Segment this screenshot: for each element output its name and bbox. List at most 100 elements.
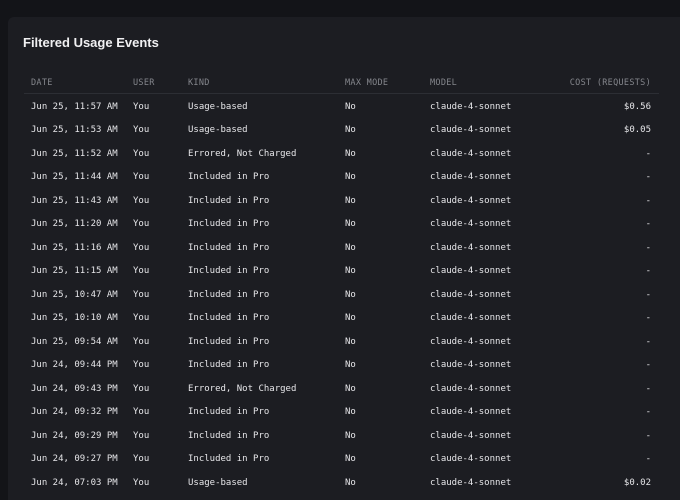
- cell-date: Jun 25, 11:20 AM: [31, 219, 118, 230]
- table-row[interactable]: Jun 25, 10:47 AM You Included in Pro No clau…: [24, 283, 659, 307]
- cell-kind: Included in Pro: [188, 454, 270, 465]
- cell-model: claude-4-sonnet: [430, 336, 512, 347]
- cell-kind: Included in Pro: [188, 407, 270, 418]
- cell-max-mode: No: [345, 172, 356, 183]
- cell-model: claude-4-sonnet: [430, 172, 512, 183]
- table-row[interactable]: Jun 24, 09:29 PM You Included in Pro No clau…: [24, 424, 659, 448]
- table-row[interactable]: Jun 25, 09:54 AM You Included in Pro No clau…: [24, 330, 659, 354]
- cell-model: claude-4-sonnet: [430, 477, 512, 488]
- cell-cost: -: [645, 383, 651, 394]
- table-row[interactable]: Jun 25, 11:16 AM You Included in Pro No clau…: [24, 236, 659, 260]
- cell-kind: Errored, Not Charged: [188, 148, 297, 159]
- cell-kind: Usage-based: [188, 477, 248, 488]
- header-kind[interactable]: KIND: [188, 78, 345, 88]
- cell-date: Jun 24, 09:44 PM: [31, 360, 118, 371]
- cell-model: claude-4-sonnet: [430, 125, 512, 136]
- cell-user: You: [133, 454, 150, 465]
- cell-user: You: [133, 289, 150, 300]
- table-row[interactable]: Jun 24, 09:32 PM You Included in Pro No clau…: [24, 401, 659, 425]
- table-row[interactable]: Jun 25, 11:15 AM You Included in Pro No clau…: [24, 260, 659, 284]
- table-row[interactable]: Jun 25, 11:57 AM You Usage-based No claude-4…: [24, 95, 659, 119]
- cell-max-mode: No: [345, 360, 356, 371]
- cell-date: Jun 25, 11:53 AM: [31, 125, 118, 136]
- table-row[interactable]: Jun 24, 09:43 PM You Errored, Not Charged N…: [24, 377, 659, 401]
- table-row[interactable]: Jun 25, 11:20 AM You Included in Pro No clau…: [24, 213, 659, 237]
- cell-date: Jun 25, 11:16 AM: [31, 242, 118, 253]
- table-row[interactable]: Jun 25, 11:52 AM You Errored, Not Charged N…: [24, 142, 659, 166]
- cell-user: You: [133, 430, 150, 441]
- cell-user: You: [133, 313, 150, 324]
- table-row[interactable]: Jun 24, 07:03 PM You Usage-based No claude-4…: [24, 471, 659, 495]
- cell-kind: Included in Pro: [188, 336, 270, 347]
- cell-model: claude-4-sonnet: [430, 195, 512, 206]
- cell-cost: -: [645, 313, 651, 324]
- cell-model: claude-4-sonnet: [430, 313, 512, 324]
- cell-model: claude-4-sonnet: [430, 407, 512, 418]
- cell-cost: -: [645, 172, 651, 183]
- cell-model: claude-4-sonnet: [430, 148, 512, 159]
- cell-cost: -: [645, 266, 651, 277]
- cell-user: You: [133, 336, 150, 347]
- cell-max-mode: No: [345, 336, 356, 347]
- cell-kind: Included in Pro: [188, 195, 270, 206]
- cell-cost: $0.02: [623, 477, 651, 488]
- header-model[interactable]: MODEL: [430, 78, 550, 88]
- cell-cost: -: [645, 407, 651, 418]
- cell-max-mode: No: [345, 195, 356, 206]
- cell-user: You: [133, 195, 150, 206]
- header-date[interactable]: DATE: [24, 78, 133, 88]
- cell-max-mode: No: [345, 125, 356, 136]
- cell-cost: -: [645, 360, 651, 371]
- cell-max-mode: No: [345, 383, 356, 394]
- table-row[interactable]: Jun 25, 11:44 AM You Included in Pro No clau…: [24, 166, 659, 190]
- cell-date: Jun 24, 09:32 PM: [31, 407, 118, 418]
- header-cost[interactable]: COST (REQUESTS): [550, 78, 659, 88]
- cell-date: Jun 25, 11:57 AM: [31, 101, 118, 112]
- cell-model: claude-4-sonnet: [430, 242, 512, 253]
- header-user[interactable]: USER: [133, 78, 188, 88]
- cell-kind: Included in Pro: [188, 242, 270, 253]
- cell-user: You: [133, 101, 150, 112]
- cell-kind: Usage-based: [188, 101, 248, 112]
- cell-cost: -: [645, 336, 651, 347]
- cell-model: claude-4-sonnet: [430, 266, 512, 277]
- cell-max-mode: No: [345, 219, 356, 230]
- cell-model: claude-4-sonnet: [430, 219, 512, 230]
- cell-user: You: [133, 172, 150, 183]
- cell-cost: $0.56: [623, 101, 651, 112]
- cell-model: claude-4-sonnet: [430, 430, 512, 441]
- cell-user: You: [133, 266, 150, 277]
- usage-events-panel: Filtered Usage Events DATE USER KIND MAX…: [8, 17, 680, 500]
- cell-max-mode: No: [345, 313, 356, 324]
- table-row[interactable]: Jun 24, 09:27 PM You Included in Pro No clau…: [24, 448, 659, 472]
- cell-kind: Included in Pro: [188, 430, 270, 441]
- cell-max-mode: No: [345, 407, 356, 418]
- cell-user: You: [133, 407, 150, 418]
- table-body: Jun 25, 11:57 AM You Usage-based No claude-4…: [24, 95, 659, 495]
- cell-max-mode: No: [345, 477, 356, 488]
- cell-user: You: [133, 242, 150, 253]
- table-row[interactable]: Jun 25, 11:43 AM You Included in Pro No clau…: [24, 189, 659, 213]
- table-row[interactable]: Jun 25, 11:53 AM You Usage-based No claude-4…: [24, 119, 659, 143]
- cell-cost: $0.05: [623, 125, 651, 136]
- cell-model: claude-4-sonnet: [430, 383, 512, 394]
- cell-kind: Errored, Not Charged: [188, 383, 297, 394]
- header-max-mode[interactable]: MAX MODE: [345, 78, 430, 88]
- cell-user: You: [133, 383, 150, 394]
- cell-max-mode: No: [345, 266, 356, 277]
- cell-date: Jun 24, 07:03 PM: [31, 477, 118, 488]
- cell-kind: Usage-based: [188, 125, 248, 136]
- cell-model: claude-4-sonnet: [430, 101, 512, 112]
- cell-date: Jun 25, 10:10 AM: [31, 313, 118, 324]
- usage-events-table: DATE USER KIND MAX MODE MODEL COST (REQU…: [24, 73, 659, 495]
- cell-kind: Included in Pro: [188, 289, 270, 300]
- cell-kind: Included in Pro: [188, 360, 270, 371]
- cell-kind: Included in Pro: [188, 313, 270, 324]
- table-row[interactable]: Jun 24, 09:44 PM You Included in Pro No clau…: [24, 354, 659, 378]
- cell-user: You: [133, 148, 150, 159]
- table-row[interactable]: Jun 25, 10:10 AM You Included in Pro No clau…: [24, 307, 659, 331]
- cell-user: You: [133, 219, 150, 230]
- cell-model: claude-4-sonnet: [430, 289, 512, 300]
- cell-date: Jun 24, 09:29 PM: [31, 430, 118, 441]
- cell-max-mode: No: [345, 454, 356, 465]
